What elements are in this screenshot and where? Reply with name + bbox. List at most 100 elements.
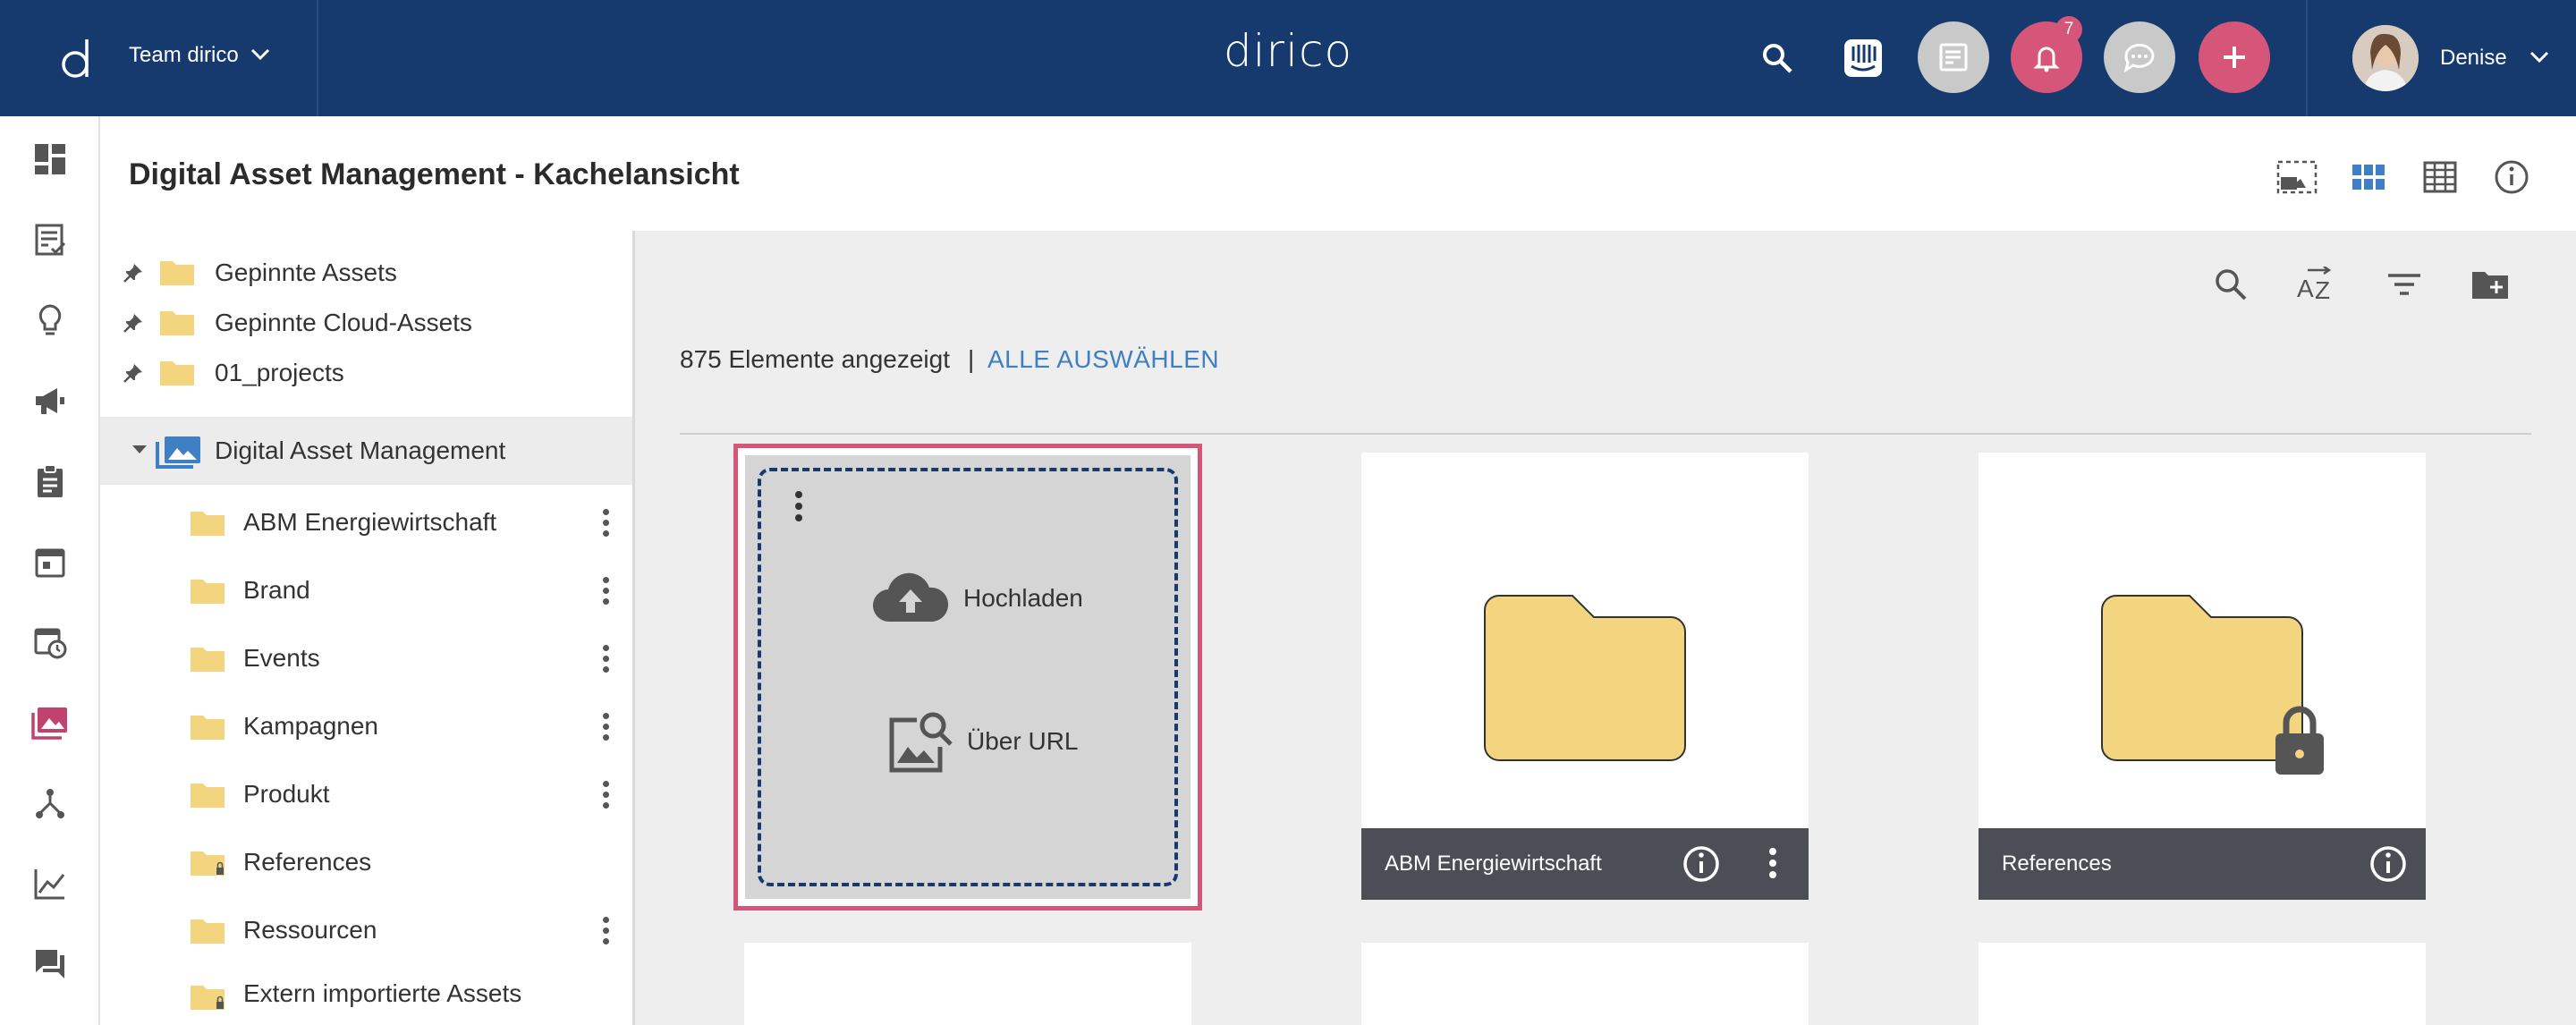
tree-item-label: Gepinnte Assets <box>215 258 397 286</box>
tree-item-references[interactable]: References <box>100 828 632 896</box>
select-all-link[interactable]: ALLE AUSWÄHLEN <box>987 345 1219 374</box>
more-options-icon[interactable] <box>595 572 616 608</box>
messages-icon[interactable] <box>27 941 73 987</box>
search-icon[interactable] <box>1755 36 1800 80</box>
more-options-icon[interactable] <box>792 491 806 527</box>
briefing-icon[interactable] <box>1918 21 1989 93</box>
more-options-icon[interactable] <box>595 640 616 676</box>
locked-folder-icon <box>191 851 225 876</box>
avatar <box>2352 25 2419 91</box>
tile-footer: ABM Energiewirtschaft <box>1361 828 1809 900</box>
tree-item-label: Digital Asset Management <box>215 436 506 464</box>
schedule-icon[interactable] <box>27 619 73 665</box>
upload-by-url-button[interactable]: Über URL <box>886 707 1078 775</box>
tree-item-abm-energiewirtschaft[interactable]: ABM Energiewirtschaft <box>100 488 632 556</box>
lock-icon <box>2275 706 2324 775</box>
caret-down-icon[interactable] <box>131 444 148 456</box>
asset-tile[interactable] <box>1979 943 2426 1025</box>
workflow-icon[interactable] <box>27 780 73 826</box>
info-icon[interactable] <box>2368 844 2408 884</box>
brand-title: dirico <box>1223 25 1353 77</box>
dashboard-icon[interactable] <box>27 136 73 182</box>
tree-item-label: Gepinnte Cloud-Assets <box>215 309 472 336</box>
table-view-icon[interactable] <box>2417 154 2463 200</box>
image-search-icon <box>889 712 953 773</box>
tree-item-label: Produkt <box>243 780 330 808</box>
team-switcher[interactable]: Team dirico <box>129 43 271 68</box>
upload-dropzone[interactable]: Hochladen Über URL <box>745 455 1191 899</box>
tree-item-produkt[interactable]: Produkt <box>100 760 632 828</box>
element-count: 875 Elemente angezeigt <box>680 345 950 373</box>
tree-item-brand[interactable]: Brand <box>100 556 632 624</box>
add-icon[interactable] <box>2199 21 2270 93</box>
folder-icon <box>191 919 225 944</box>
tree-item-extern-importierte-assets[interactable]: Extern importierte Assets <box>100 964 632 1023</box>
clipboard-icon[interactable] <box>27 458 73 504</box>
folder-tile[interactable]: ABM Energiewirtschaft <box>1361 453 1809 900</box>
upload-tile[interactable]: Hochladen Über URL <box>733 444 1202 911</box>
tree-item-label: Brand <box>243 576 310 604</box>
cloud-upload-icon <box>872 572 949 623</box>
more-options-icon[interactable] <box>595 776 616 812</box>
dirico-logo[interactable] <box>41 27 113 89</box>
tree-item-events[interactable]: Events <box>100 624 632 692</box>
intercom-icon[interactable] <box>1841 36 1885 80</box>
locked-folder-icon <box>191 986 225 1010</box>
user-menu[interactable]: Denise <box>2352 25 2550 91</box>
lightbox-view-icon[interactable] <box>2274 154 2320 200</box>
folder-icon <box>160 311 194 335</box>
tree-item-label: Events <box>243 644 320 672</box>
info-icon[interactable] <box>1682 844 1721 884</box>
tasks-list-icon[interactable] <box>27 216 73 263</box>
tree-item-label: ABM Energiewirtschaft <box>243 508 497 536</box>
pin-icon <box>123 314 142 333</box>
tree-item-label: Ressourcen <box>243 916 377 944</box>
more-options-icon[interactable] <box>595 504 616 540</box>
folder-icon <box>160 261 194 285</box>
top-bar: Team dirico dirico 7 Denise <box>0 0 2576 116</box>
filter-icon[interactable] <box>2379 259 2429 309</box>
more-options-icon[interactable] <box>1767 848 1778 880</box>
asset-tile[interactable] <box>744 943 1191 1025</box>
page-title: Digital Asset Management - Kachelansicht <box>129 157 740 191</box>
pin-icon <box>123 264 142 283</box>
search-icon[interactable] <box>2206 259 2256 309</box>
tile-footer: References <box>1979 828 2426 900</box>
tile-view-icon[interactable] <box>2345 154 2392 200</box>
svg-text:Z: Z <box>2315 276 2330 302</box>
svg-text:A: A <box>2297 275 2314 302</box>
asset-tile[interactable] <box>1361 943 1809 1025</box>
tree-item-digital-asset-management[interactable]: Digital Asset Management <box>100 417 632 485</box>
more-options-icon[interactable] <box>595 912 616 948</box>
megaphone-icon[interactable] <box>27 377 73 424</box>
folder-tree: Gepinnte Assets Gepinnte Cloud-Assets 01… <box>100 231 635 1025</box>
tree-item-ressourcen[interactable]: Ressourcen <box>100 896 632 964</box>
tree-item-kampagnen[interactable]: Kampagnen <box>100 692 632 760</box>
calendar-icon[interactable] <box>27 538 73 585</box>
chat-icon[interactable] <box>2104 21 2175 93</box>
tile-label: References <box>2002 851 2112 876</box>
more-options-icon[interactable] <box>595 708 616 744</box>
folder-icon <box>191 580 225 604</box>
info-icon[interactable] <box>2488 154 2535 200</box>
tree-item-01-projects[interactable]: 01_projects <box>100 342 632 404</box>
tree-item-label: Kampagnen <box>243 712 379 740</box>
tree-item-label: References <box>243 848 372 876</box>
chevron-down-icon <box>2529 46 2550 71</box>
analytics-icon[interactable] <box>27 860 73 907</box>
team-name: Team dirico <box>129 43 239 67</box>
upload-label: Hochladen <box>963 584 1083 612</box>
top-divider <box>2306 0 2308 116</box>
folder-icon <box>191 512 225 536</box>
lightbulb-icon[interactable] <box>27 297 73 343</box>
module-rail <box>0 116 100 1025</box>
tile-label: ABM Energiewirtschaft <box>1385 851 1602 876</box>
folder-icon <box>191 784 225 808</box>
tree-item-label: 01_projects <box>215 359 344 386</box>
upload-button[interactable]: Hochladen <box>870 570 1083 627</box>
new-folder-icon[interactable] <box>2465 259 2515 309</box>
folder-tile[interactable]: References <box>1979 453 2426 900</box>
sort-az-icon[interactable]: AZ <box>2292 259 2342 309</box>
asset-library-icon[interactable] <box>27 699 73 746</box>
user-name: Denise <box>2440 46 2507 70</box>
